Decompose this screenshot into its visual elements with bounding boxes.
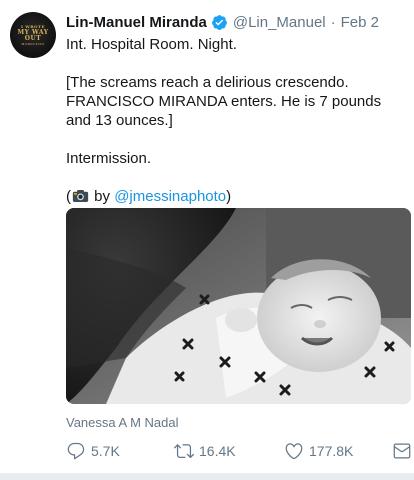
photo-credit-close: ) [226, 188, 232, 205]
separator-dot: · [330, 13, 336, 31]
tweet-date[interactable]: Feb 2 [341, 14, 379, 31]
verified-badge-icon [211, 14, 227, 30]
tweet-text: Int. Hospital Room. Night. [The screams … [66, 35, 406, 206]
like-button[interactable]: 177.8K [284, 440, 353, 462]
tweet-line-3: Intermission. [66, 150, 152, 167]
tweet-header: Lin-Manuel Miranda @Lin_Manuel · Feb 2 [66, 12, 408, 32]
reply-icon [67, 442, 85, 460]
bottom-divider [0, 473, 414, 480]
retweet-button[interactable]: 16.4K [174, 440, 236, 462]
retweet-icon [174, 444, 194, 459]
heart-icon [285, 443, 303, 460]
reply-count: 5.7K [91, 443, 120, 459]
photo-credit-open: ( [66, 188, 71, 205]
avatar-text-3: OUT [24, 34, 42, 42]
avatar-text-4: HAMILTON [21, 41, 45, 46]
avatar-text-1: I WROTE [20, 23, 46, 29]
reply-button[interactable]: 5.7K [66, 440, 120, 462]
tweet-actions: 5.7K 16.4K 177.8K [66, 440, 411, 462]
tweet-line-2: [The screams reach a delirious crescendo… [66, 74, 382, 129]
media-caption[interactable]: Vanessa A M Nadal [66, 415, 179, 430]
avatar[interactable]: I WROTE MY WAY OUT HAMILTON [10, 12, 56, 58]
photo-credit-by: by [90, 188, 115, 205]
direct-message-icon [393, 443, 411, 459]
retweet-count: 16.4K [199, 443, 236, 459]
camera-icon [72, 190, 89, 202]
tweet-line-1: Int. Hospital Room. Night. [66, 36, 237, 53]
tweet-photo[interactable] [66, 208, 411, 404]
photographer-link[interactable]: @jmessinaphoto [114, 188, 226, 205]
author-handle[interactable]: @Lin_Manuel [233, 14, 326, 31]
author-name[interactable]: Lin-Manuel Miranda [66, 14, 207, 31]
direct-message-button[interactable] [392, 440, 414, 462]
photo-credit: ( by @jmessinaphoto) [66, 187, 406, 206]
newborn-photo-image [66, 208, 411, 404]
like-count: 177.8K [309, 443, 354, 459]
